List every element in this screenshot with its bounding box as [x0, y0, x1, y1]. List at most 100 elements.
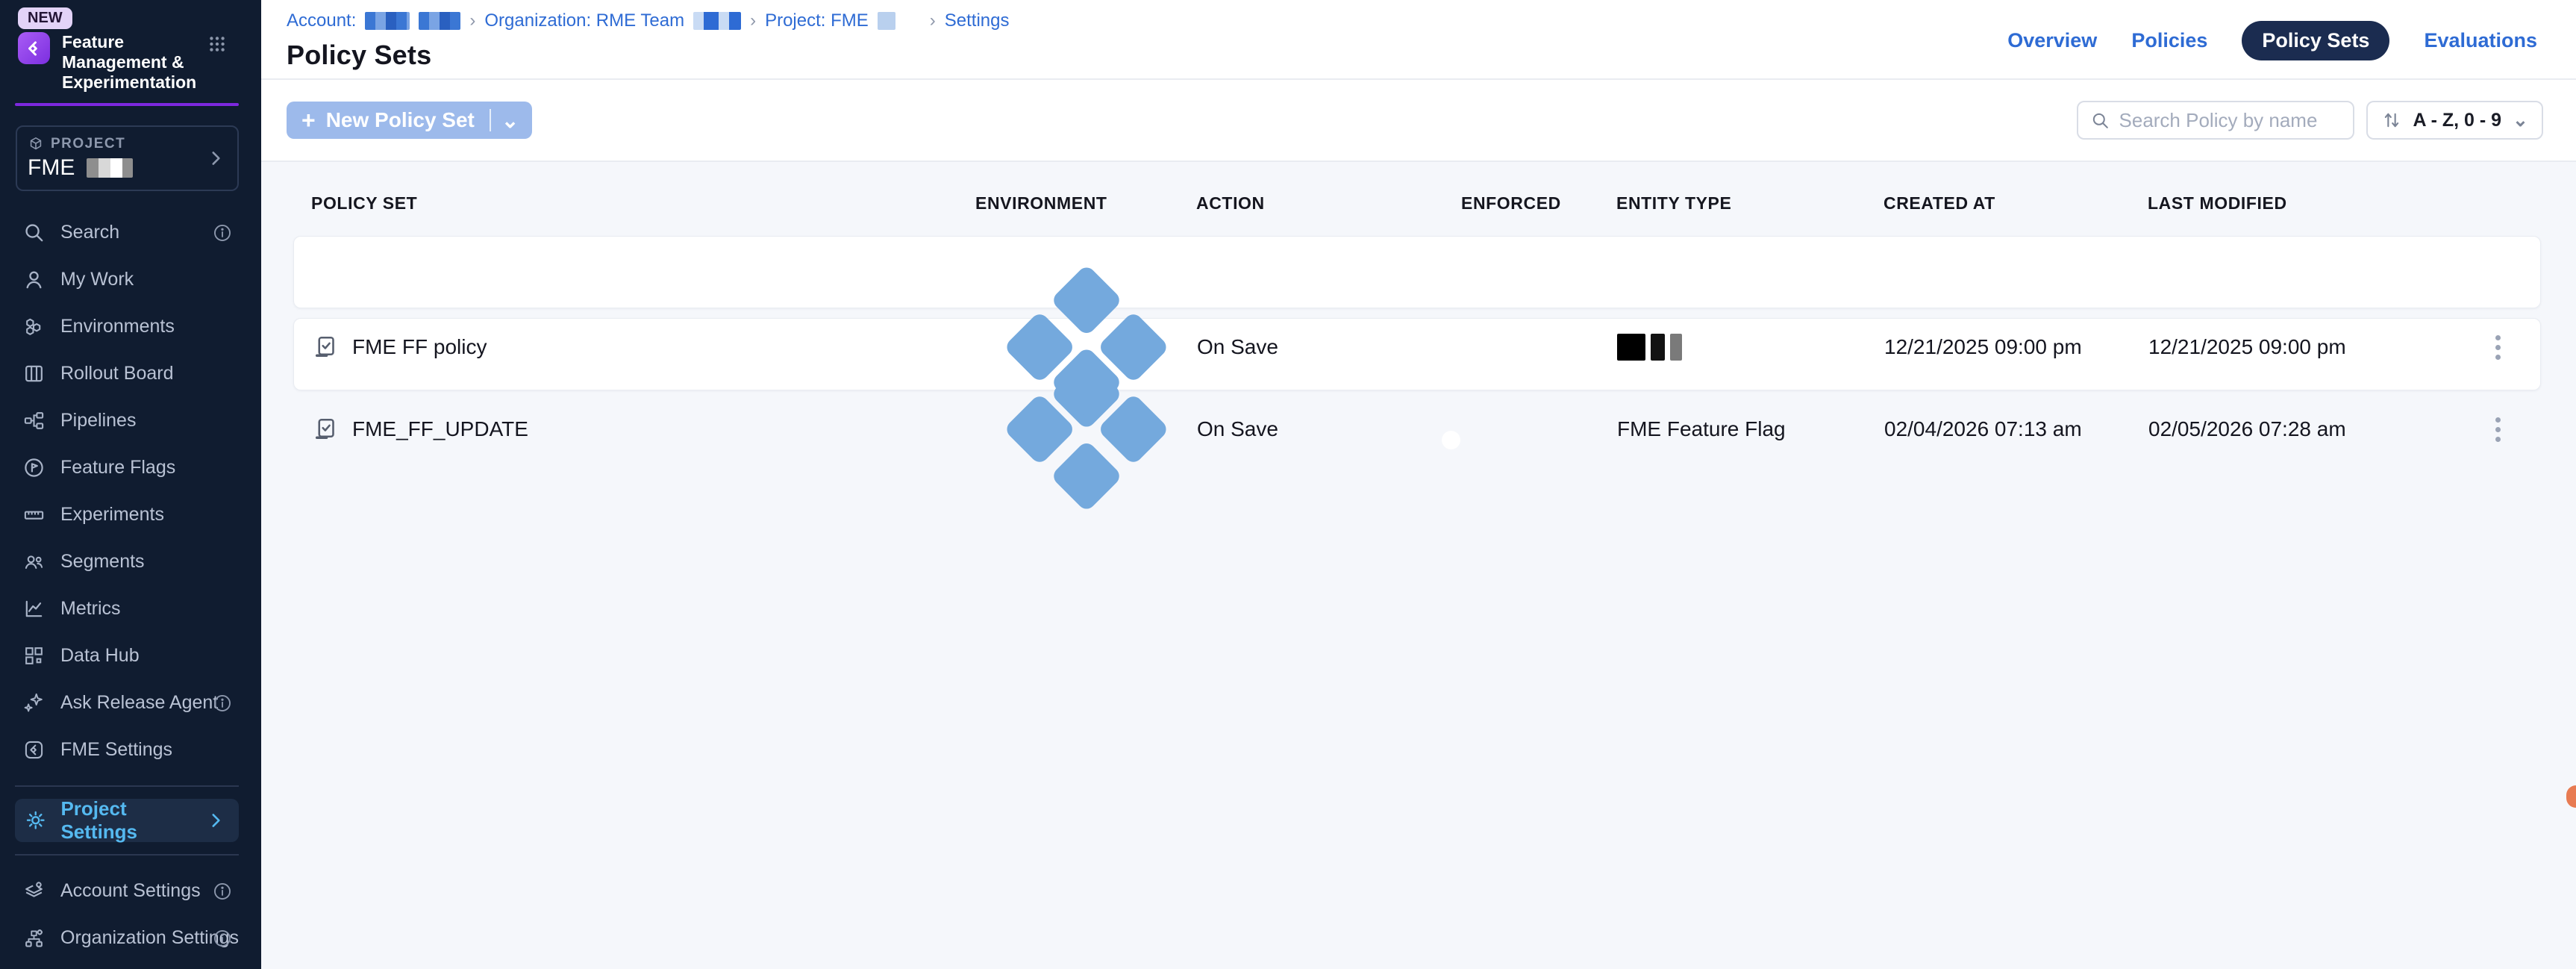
- sidebar-nav: Search My Work Environments: [0, 209, 261, 773]
- tab-overview[interactable]: Overview: [2007, 29, 2097, 52]
- info-icon[interactable]: [212, 881, 233, 902]
- sidebar-item-label: Segments: [60, 551, 145, 573]
- last-modified-cell: 12/21/2025 09:00 pm: [2148, 335, 2456, 359]
- sidebar-item-label: Account Settings: [60, 880, 201, 902]
- new-policy-set-button[interactable]: + New Policy Set ⌄: [287, 102, 532, 139]
- gear-icon: [24, 808, 47, 832]
- layers-gear-icon: [22, 879, 46, 903]
- redacted-organization-suffix: [693, 12, 741, 30]
- entity-type-cell: FME Feature Flag: [1617, 417, 1884, 441]
- app-switcher-grid-icon[interactable]: [207, 34, 227, 54]
- sidebar-item-label: Data Hub: [60, 645, 140, 667]
- column-header-environment: ENVIRONMENT: [975, 193, 1196, 214]
- button-divider: [490, 109, 491, 131]
- sidebar-item-label: Metrics: [60, 598, 121, 620]
- project-selector[interactable]: PROJECT FME: [16, 125, 239, 191]
- fme-app-logo-icon[interactable]: [18, 32, 50, 64]
- chevron-down-icon[interactable]: ⌄: [501, 108, 519, 133]
- action-cell: On Save: [1197, 335, 1462, 359]
- sidebar-item-organization-settings[interactable]: Organization Settings: [0, 915, 261, 962]
- search-policy-input[interactable]: [2119, 109, 2341, 132]
- row-menu-kebab-icon[interactable]: [2491, 413, 2505, 446]
- redacted-project-suffix: [878, 12, 895, 30]
- environment-cell: [976, 319, 1197, 540]
- sidebar-item-my-work[interactable]: My Work: [0, 256, 261, 303]
- sort-label: A - Z, 0 - 9: [2413, 110, 2502, 131]
- sidebar-item-label: Pipelines: [60, 410, 136, 431]
- sidebar-divider: [15, 785, 239, 787]
- chevron-down-icon: ⌄: [2513, 109, 2528, 131]
- top-nav: Overview Policies Policy Sets Evaluation…: [2007, 21, 2537, 60]
- app-title-line: Management &: [62, 52, 193, 72]
- sidebar-item-ask-release-agent[interactable]: Ask Release Agent: [0, 679, 261, 726]
- tab-policy-sets-active[interactable]: Policy Sets: [2242, 21, 2389, 60]
- tab-policies[interactable]: Policies: [2131, 29, 2207, 52]
- sidebar-item-label: Feature Flags: [60, 457, 175, 479]
- hexagons-icon: [22, 315, 46, 338]
- column-header-created-at: CREATED AT: [1883, 193, 2148, 214]
- policy-set-cell: FME FF policy: [312, 334, 976, 361]
- fme-logo-icon: [22, 738, 46, 761]
- sidebar-item-account-settings[interactable]: Account Settings: [0, 867, 261, 915]
- info-icon[interactable]: [212, 928, 233, 949]
- sidebar: NEW Feature Management & Experimentation: [0, 0, 261, 969]
- sidebar-item-label: Ask Release Agent: [60, 692, 218, 714]
- project-selector-header: PROJECT: [28, 136, 225, 152]
- sidebar-item-label: FME Settings: [60, 739, 172, 761]
- org-chart-gear-icon: [22, 926, 46, 950]
- new-badge: NEW: [18, 7, 72, 29]
- sidebar-item-label: Rollout Board: [60, 363, 173, 384]
- table-row[interactable]: FME FF policy On Save 12/21/2025 09:: [293, 236, 2541, 308]
- search-box: [2077, 101, 2354, 140]
- sidebar-item-project-settings[interactable]: Project Settings: [15, 799, 239, 842]
- action-cell: On Save: [1197, 417, 1462, 441]
- sidebar-item-label: Search: [60, 222, 119, 243]
- sidebar-item-feature-flags[interactable]: Feature Flags: [0, 444, 261, 491]
- chevron-right-icon: ›: [469, 10, 475, 31]
- app-title-line: Feature: [62, 32, 193, 52]
- sidebar-item-label: Experiments: [60, 504, 164, 526]
- toggle-knob: [1442, 431, 1460, 449]
- created-at-cell: 12/21/2025 09:00 pm: [1884, 335, 2148, 359]
- sidebar-item-pipelines[interactable]: Pipelines: [0, 397, 261, 444]
- policy-set-name[interactable]: FME_FF_UPDATE: [352, 417, 528, 441]
- sidebar-item-segments[interactable]: Segments: [0, 538, 261, 585]
- sort-arrows-icon: [2381, 110, 2402, 131]
- project-selector-label: PROJECT: [51, 136, 125, 152]
- breadcrumb-account-link[interactable]: Account:: [287, 10, 356, 31]
- info-icon[interactable]: [212, 222, 233, 243]
- chevron-right-icon: [206, 811, 225, 830]
- sidebar-item-data-hub[interactable]: Data Hub: [0, 632, 261, 679]
- redacted-account-name: [419, 12, 460, 30]
- cube-icon: [28, 136, 44, 152]
- column-header-policy-set: POLICY SET: [311, 193, 975, 214]
- sidebar-item-search[interactable]: Search: [0, 209, 261, 256]
- project-name: FME: [28, 155, 75, 181]
- sidebar-header: NEW Feature Management & Experimentation: [0, 0, 261, 93]
- breadcrumb-organization-link[interactable]: Organization: RME Team: [484, 10, 684, 31]
- info-icon[interactable]: [212, 693, 233, 714]
- row-menu-kebab-icon[interactable]: [2491, 331, 2505, 364]
- breadcrumb-project-link[interactable]: Project: FME: [765, 10, 869, 31]
- search-icon: [22, 221, 46, 244]
- pipeline-icon: [22, 409, 46, 432]
- sidebar-item-rollout-board[interactable]: Rollout Board: [0, 350, 261, 397]
- redacted-project-suffix: [87, 158, 133, 178]
- main-content: Account: › Organization: RME Team › Proj…: [261, 0, 2576, 969]
- last-modified-cell: 02/05/2026 07:28 am: [2148, 417, 2456, 441]
- policy-sets-table: POLICY SET ENVIRONMENT ACTION ENFORCED E…: [293, 193, 2541, 390]
- tab-evaluations[interactable]: Evaluations: [2424, 29, 2537, 52]
- sidebar-item-fme-settings[interactable]: FME Settings: [0, 726, 261, 773]
- board-icon: [22, 362, 46, 385]
- column-header-action: ACTION: [1196, 193, 1461, 214]
- breadcrumb-settings-link[interactable]: Settings: [945, 10, 1010, 31]
- policy-set-name[interactable]: FME FF policy: [352, 335, 487, 359]
- app-root: NEW Feature Management & Experimentation: [0, 0, 2576, 969]
- sidebar-item-experiments[interactable]: Experiments: [0, 491, 261, 538]
- sidebar-item-environments[interactable]: Environments: [0, 303, 261, 350]
- sort-button[interactable]: A - Z, 0 - 9 ⌄: [2366, 101, 2543, 140]
- sidebar-item-metrics[interactable]: Metrics: [0, 585, 261, 632]
- entity-type-cell: [1617, 334, 1884, 361]
- app-title-line: Experimentation: [62, 72, 193, 93]
- data-grid-icon: [22, 644, 46, 667]
